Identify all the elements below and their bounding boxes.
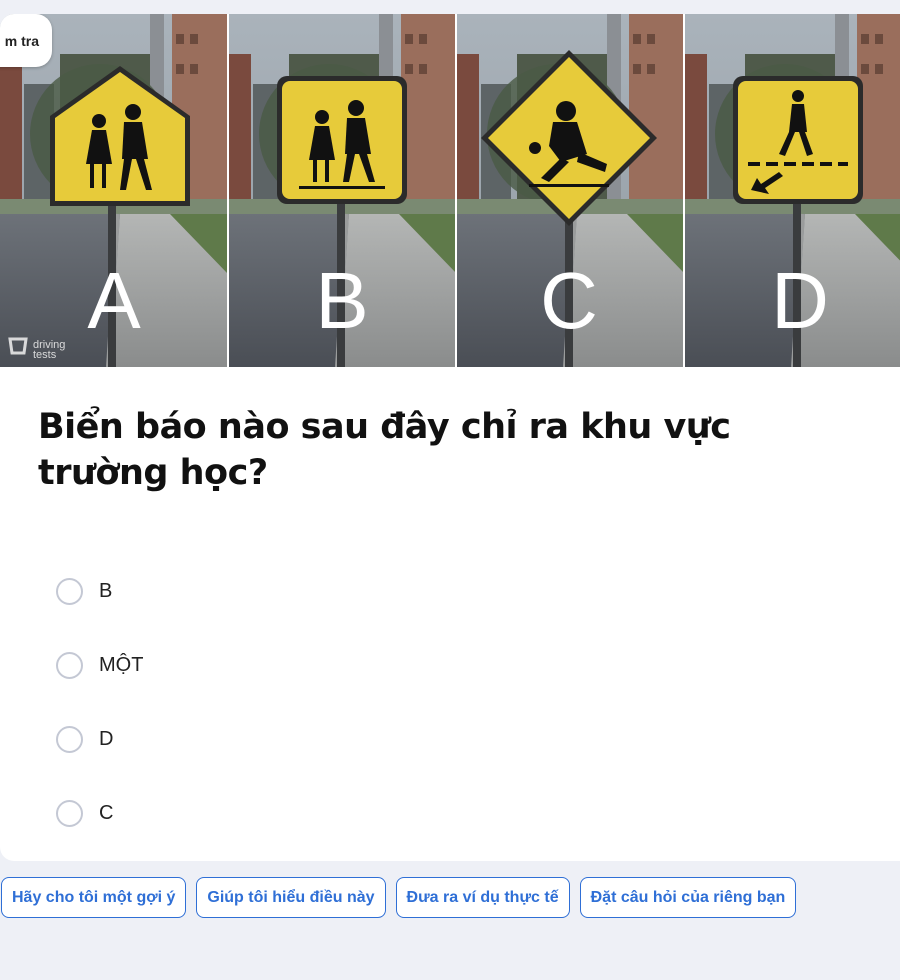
test-badge[interactable]: m tra (0, 14, 52, 67)
answer-option-mot[interactable]: MỘT (56, 628, 143, 702)
svg-text:C: C (540, 256, 598, 345)
answer-options: B MỘT D C (56, 554, 143, 850)
answer-label: D (99, 727, 114, 750)
answer-option-b[interactable]: B (56, 554, 143, 628)
hint-button[interactable]: Hãy cho tôi một gợi ý (1, 877, 187, 918)
answer-label: C (99, 801, 114, 824)
sign-panel-b: B (227, 14, 459, 367)
answer-label: B (99, 579, 113, 602)
radio-button[interactable] (56, 651, 83, 679)
help-actions: Hãy cho tôi một gợi ý Giúp tôi hiểu điều… (1, 877, 797, 918)
explain-button[interactable]: Giúp tôi hiểu điều này (196, 877, 386, 918)
question-text: Biển báo nào sau đây chỉ ra khu vực trườ… (38, 407, 731, 493)
sign-panel-d: D (683, 14, 900, 367)
radio-button[interactable] (56, 725, 83, 753)
question-image: A driving tests B C D m tra (0, 14, 900, 367)
svg-text:B: B (315, 256, 368, 345)
answer-option-d[interactable]: D (56, 702, 143, 776)
question-card: A driving tests B C D m tra Biển báo nào… (0, 14, 900, 861)
sign-panel-c: C (455, 14, 687, 367)
radio-button[interactable] (56, 577, 83, 605)
svg-text:A: A (87, 256, 141, 345)
answer-label: MỘT (99, 653, 144, 676)
svg-text:D: D (771, 256, 829, 345)
ask-own-question-button[interactable]: Đặt câu hỏi của riêng bạn (579, 877, 797, 918)
svg-text:tests: tests (33, 349, 57, 361)
answer-option-c[interactable]: C (56, 776, 143, 850)
real-example-button[interactable]: Đưa ra ví dụ thực tế (395, 877, 570, 918)
radio-button[interactable] (56, 799, 83, 827)
